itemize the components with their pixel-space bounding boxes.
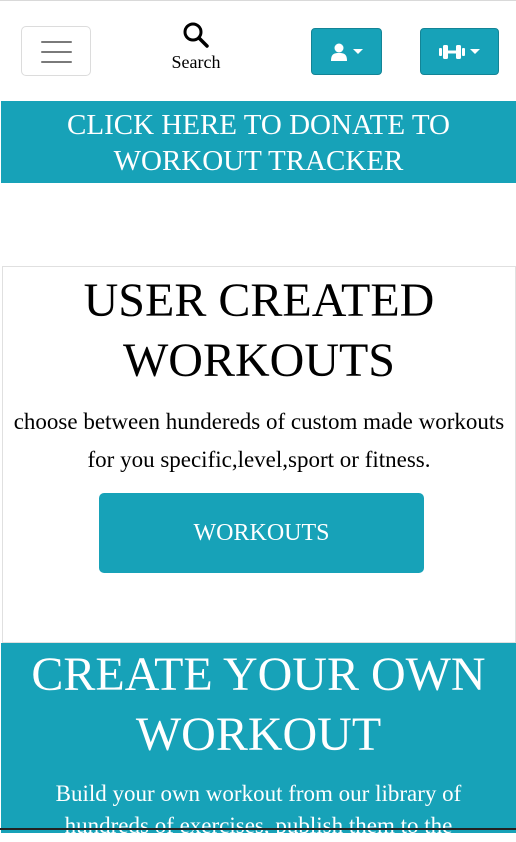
search-icon <box>183 22 209 48</box>
search-button[interactable]: Search <box>160 21 232 81</box>
chevron-down-icon <box>470 49 480 54</box>
navbar: Search <box>0 1 516 101</box>
donate-banner-link[interactable]: CLICK HERE TO DONATE TO WORKOUT TRACKER <box>1 101 516 183</box>
user-workouts-description: choose between hundereds of custom made … <box>13 409 505 472</box>
create-workout-title: CREATE YOUR OWN WORKOUT <box>31 648 486 761</box>
dumbbell-icon <box>439 44 465 59</box>
hamburger-icon-line <box>41 51 72 53</box>
user-workouts-title: USER CREATED WORKOUTS <box>83 274 435 387</box>
menu-toggle-button[interactable] <box>21 26 91 76</box>
user-workouts-card: USER CREATED WORKOUTS choose between hun… <box>2 266 516 643</box>
chevron-down-icon <box>353 49 363 54</box>
search-label: Search <box>171 52 221 72</box>
hamburger-icon <box>41 41 72 43</box>
user-dropdown-button[interactable] <box>311 28 382 75</box>
workouts-button[interactable]: WORKOUTS <box>99 493 424 573</box>
user-icon <box>331 43 347 61</box>
hamburger-icon-line <box>41 61 72 63</box>
create-workout-section: CREATE YOUR OWN WORKOUT Build your own w… <box>1 643 516 838</box>
fitness-dropdown-button[interactable] <box>420 28 499 75</box>
create-workout-description: Build your own workout from our library … <box>55 781 462 838</box>
